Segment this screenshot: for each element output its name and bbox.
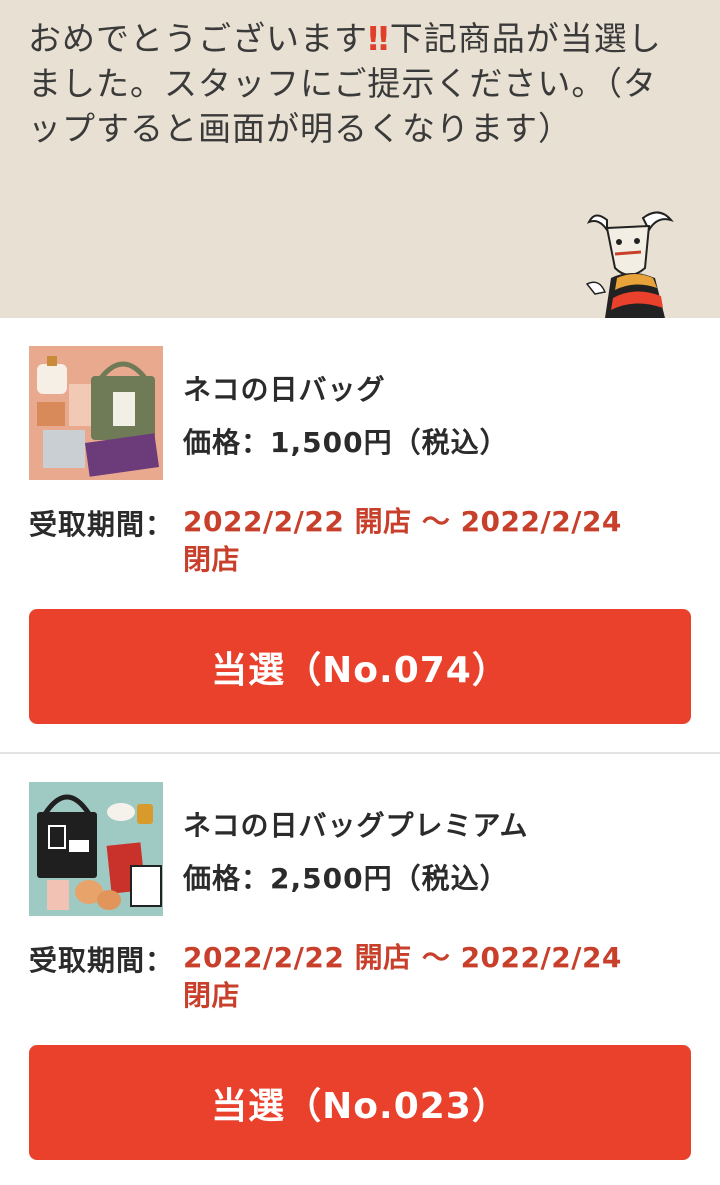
product-price: 価格：2,500円（税込） [183,857,509,897]
win-number-button[interactable]: 当選（No.074） [29,609,691,724]
price-value: 2,500円（税込） [270,862,509,895]
pickup-period-value: 2022/2/22 開店 〜 2022/2/24 閉店 [183,941,622,1012]
product-name: ネコの日バッグ [183,373,386,406]
price-value: 1,500円（税込） [270,426,509,459]
product-card-1: ネコの日バッグ 価格：1,500円（税込） 受取期間： 2022/2/22 開店… [0,318,720,754]
product-price: 価格：1,500円（税込） [183,421,509,461]
goat-mascot-icon [585,211,674,318]
congratulations-banner[interactable]: おめでとうございます‼下記商品が当選しました。スタッフにご提示ください。（タップ… [0,0,720,318]
pickup-period-label: 受取期間： [29,944,175,977]
pickup-period-value: 2022/2/22 開店 〜 2022/2/24 閉店 [183,505,622,576]
product-card-2: ネコの日バッグプレミアム 価格：2,500円（税込） 受取期間： 2022/2/… [0,754,720,1185]
product-name: ネコの日バッグプレミアム [183,809,529,842]
double-exclamation-icon: ‼ [368,19,390,58]
price-label: 価格： [183,426,271,459]
price-label: 価格： [183,862,271,895]
pickup-period-label: 受取期間： [29,508,175,541]
congratulations-message: おめでとうございます‼下記商品が当選しました。スタッフにご提示ください。（タップ… [28,16,688,151]
win-number-button[interactable]: 当選（No.023） [29,1045,691,1160]
product-image [29,346,163,480]
message-part1: おめでとうございます [28,19,368,58]
product-image [29,782,163,916]
